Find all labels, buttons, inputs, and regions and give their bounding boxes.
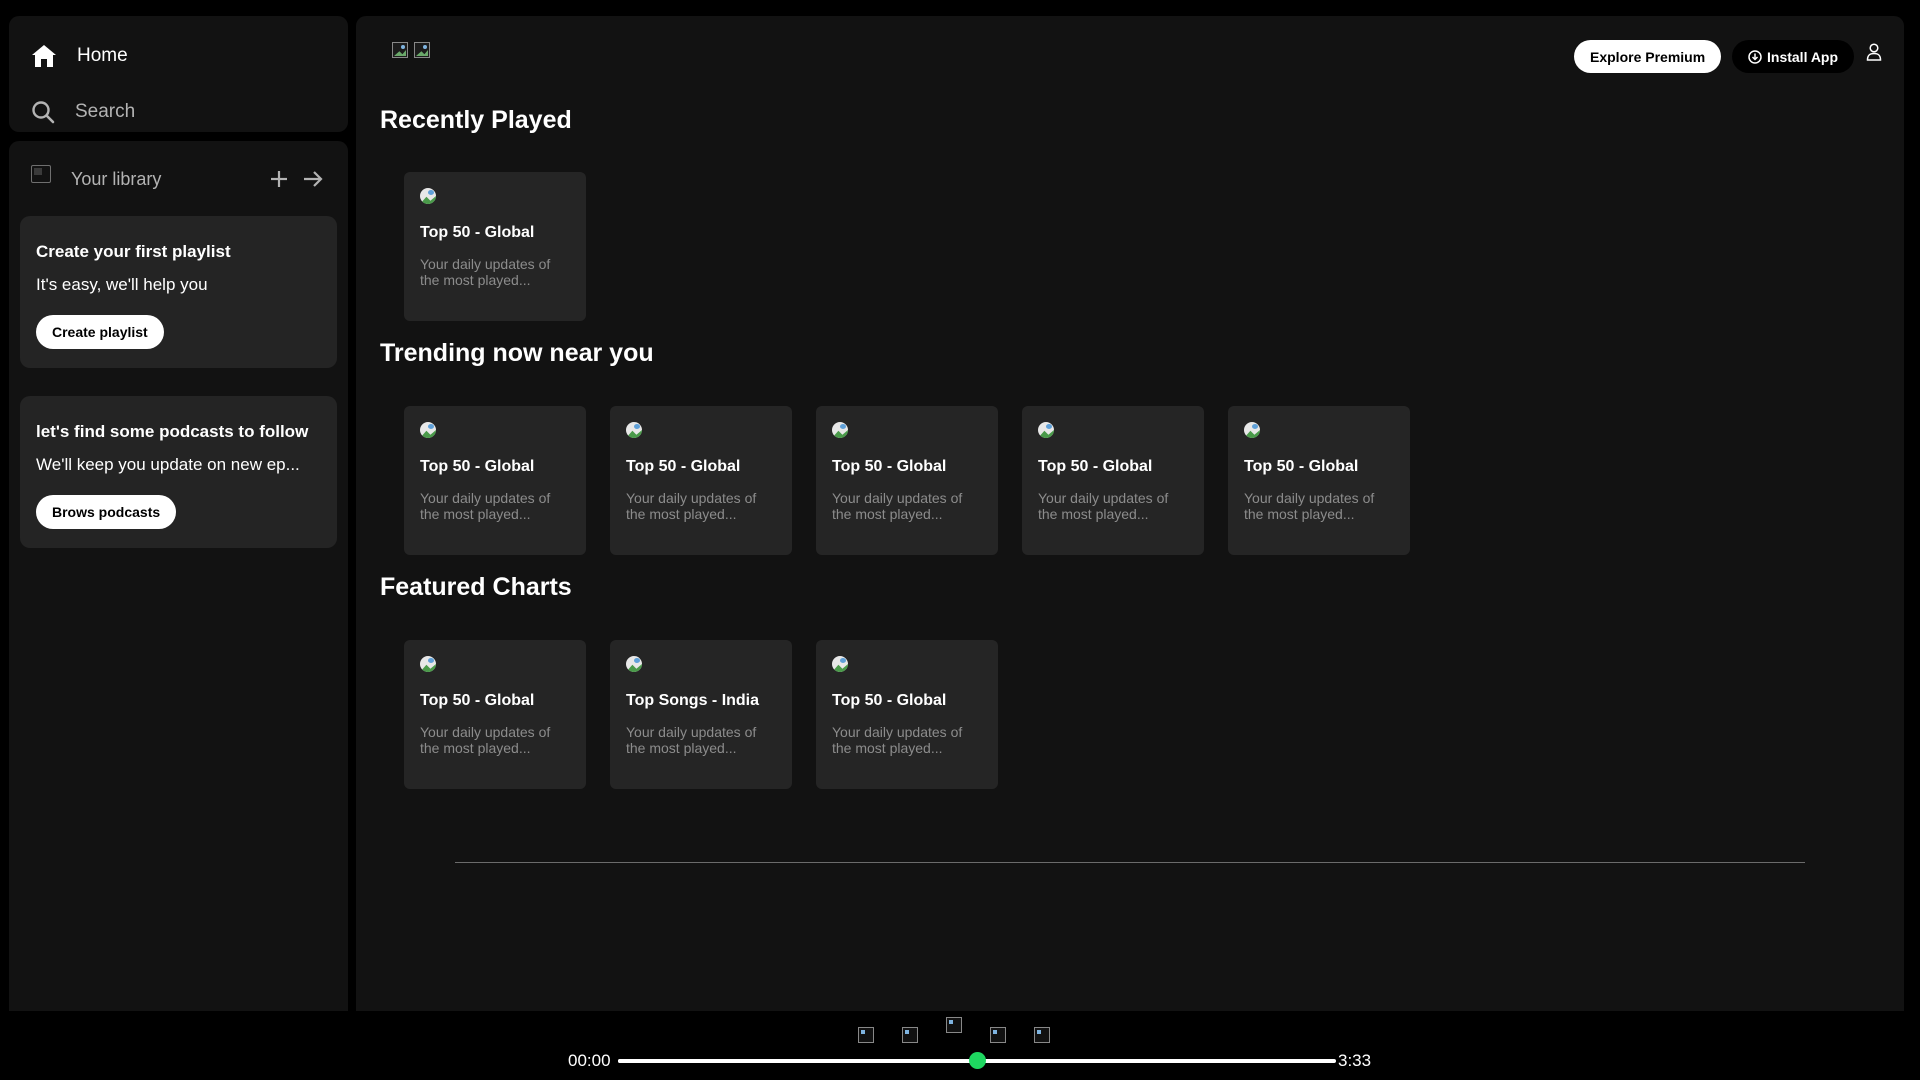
main-content: Explore Premium Install App Recently Pla… (356, 16, 1904, 1011)
playlist-card[interactable]: Top 50 - Global Your daily updates of th… (404, 406, 586, 555)
playlist-thumbnail (832, 422, 848, 438)
playlist-description: Your daily updates of the most played... (1038, 490, 1169, 522)
playlist-thumbnail (420, 656, 436, 672)
library-panel: Your library Create your first playlist … (9, 141, 348, 1011)
shuffle-icon[interactable] (858, 1027, 874, 1043)
playlist-thumbnail (420, 422, 436, 438)
promo-subtitle: We'll keep you update on new ep... (36, 455, 300, 474)
player-bar: 00:00 3:33 (0, 1011, 1920, 1080)
create-playlist-card: Create your first playlist It's easy, we… (20, 216, 337, 368)
library-title[interactable]: Your library (71, 169, 258, 190)
search-icon (32, 101, 55, 124)
library-header: Your library (31, 161, 326, 197)
sidebar-item-home[interactable]: Home (31, 44, 128, 68)
playlist-title: Top 50 - Global (420, 458, 535, 475)
promo-title: let's find some podcasts to follow (36, 422, 309, 441)
progress-fill (618, 1059, 977, 1063)
playlist-description: Your daily updates of the most played... (420, 490, 551, 522)
trending-row: Top 50 - Global Your daily updates of th… (404, 406, 1410, 555)
recently-played-row: Top 50 - Global Your daily updates of th… (404, 172, 586, 321)
add-playlist-button[interactable] (266, 166, 292, 192)
history-nav (392, 42, 430, 58)
playback-controls (858, 1017, 1050, 1043)
browse-podcasts-button[interactable]: Brows podcasts (36, 495, 177, 529)
section-title: Recently Played (380, 106, 572, 134)
back-arrow-icon[interactable] (392, 42, 408, 58)
sidebar-nav: Home Search (9, 16, 348, 132)
playlist-thumbnail (1244, 422, 1260, 438)
forward-arrow-icon[interactable] (414, 42, 430, 58)
footer-divider (455, 862, 1805, 863)
play-icon[interactable] (946, 1017, 962, 1033)
promo-subtitle: It's easy, we'll help you (36, 275, 208, 294)
user-profile-button[interactable] (1862, 40, 1886, 64)
plus-icon (271, 171, 287, 187)
playlist-card[interactable]: Top 50 - Global Your daily updates of th… (404, 172, 586, 321)
playlist-title: Top 50 - Global (1244, 458, 1359, 475)
playlist-card[interactable]: Top 50 - Global Your daily updates of th… (816, 406, 998, 555)
playlist-thumbnail (626, 422, 642, 438)
section-title: Featured Charts (380, 573, 572, 601)
expand-library-button[interactable] (300, 166, 326, 192)
current-time: 00:00 (568, 1051, 611, 1070)
playlist-title: Top Songs - India (626, 692, 760, 709)
playlist-card[interactable]: Top Songs - India Your daily updates of … (610, 640, 792, 789)
download-icon (1748, 49, 1762, 64)
home-icon (32, 45, 56, 67)
playlist-title: Top 50 - Global (1038, 458, 1153, 475)
podcasts-card: let's find some podcasts to follow We'll… (20, 396, 337, 548)
playlist-description: Your daily updates of the most played... (420, 256, 551, 288)
install-app-label: Install App (1767, 48, 1839, 65)
playlist-thumbnail (420, 188, 436, 204)
playlist-description: Your daily updates of the most played... (420, 724, 551, 756)
playlist-description: Your daily updates of the most played... (832, 724, 963, 756)
promo-title: Create your first playlist (36, 242, 231, 261)
create-playlist-button[interactable]: Create playlist (36, 315, 164, 349)
playlist-title: Top 50 - Global (420, 224, 535, 241)
library-icon[interactable] (31, 165, 51, 183)
playlist-thumbnail (832, 656, 848, 672)
next-icon[interactable] (990, 1027, 1006, 1043)
install-app-button[interactable]: Install App (1732, 40, 1855, 73)
explore-premium-button[interactable]: Explore Premium (1574, 40, 1722, 73)
playlist-title: Top 50 - Global (420, 692, 535, 709)
playlist-description: Your daily updates of the most played... (626, 490, 757, 522)
playlist-card[interactable]: Top 50 - Global Your daily updates of th… (610, 406, 792, 555)
playlist-description: Your daily updates of the most played... (832, 490, 963, 522)
sidebar-item-search[interactable]: Search (31, 100, 135, 124)
arrow-right-icon (304, 171, 323, 187)
playlist-title: Top 50 - Global (832, 692, 947, 709)
progress-handle[interactable] (969, 1052, 986, 1069)
playlist-thumbnail (1038, 422, 1054, 438)
sidebar-item-label: Search (75, 101, 136, 122)
previous-icon[interactable] (902, 1027, 918, 1043)
sidebar-item-label: Home (77, 45, 128, 66)
playlist-card[interactable]: Top 50 - Global Your daily updates of th… (404, 640, 586, 789)
section-title: Trending now near you (380, 339, 654, 367)
playlist-description: Your daily updates of the most played... (1244, 490, 1375, 522)
playlist-card[interactable]: Top 50 - Global Your daily updates of th… (1228, 406, 1410, 555)
progress-slider[interactable] (618, 1052, 1336, 1069)
total-time: 3:33 (1338, 1051, 1372, 1070)
playlist-description: Your daily updates of the most played... (626, 724, 757, 756)
featured-charts-row: Top 50 - Global Your daily updates of th… (404, 640, 998, 789)
repeat-icon[interactable] (1034, 1027, 1050, 1043)
playlist-card[interactable]: Top 50 - Global Your daily updates of th… (816, 640, 998, 789)
playlist-title: Top 50 - Global (626, 458, 741, 475)
playlist-card[interactable]: Top 50 - Global Your daily updates of th… (1022, 406, 1204, 555)
playlist-title: Top 50 - Global (832, 458, 947, 475)
playlist-thumbnail (626, 656, 642, 672)
user-icon (1866, 43, 1882, 61)
